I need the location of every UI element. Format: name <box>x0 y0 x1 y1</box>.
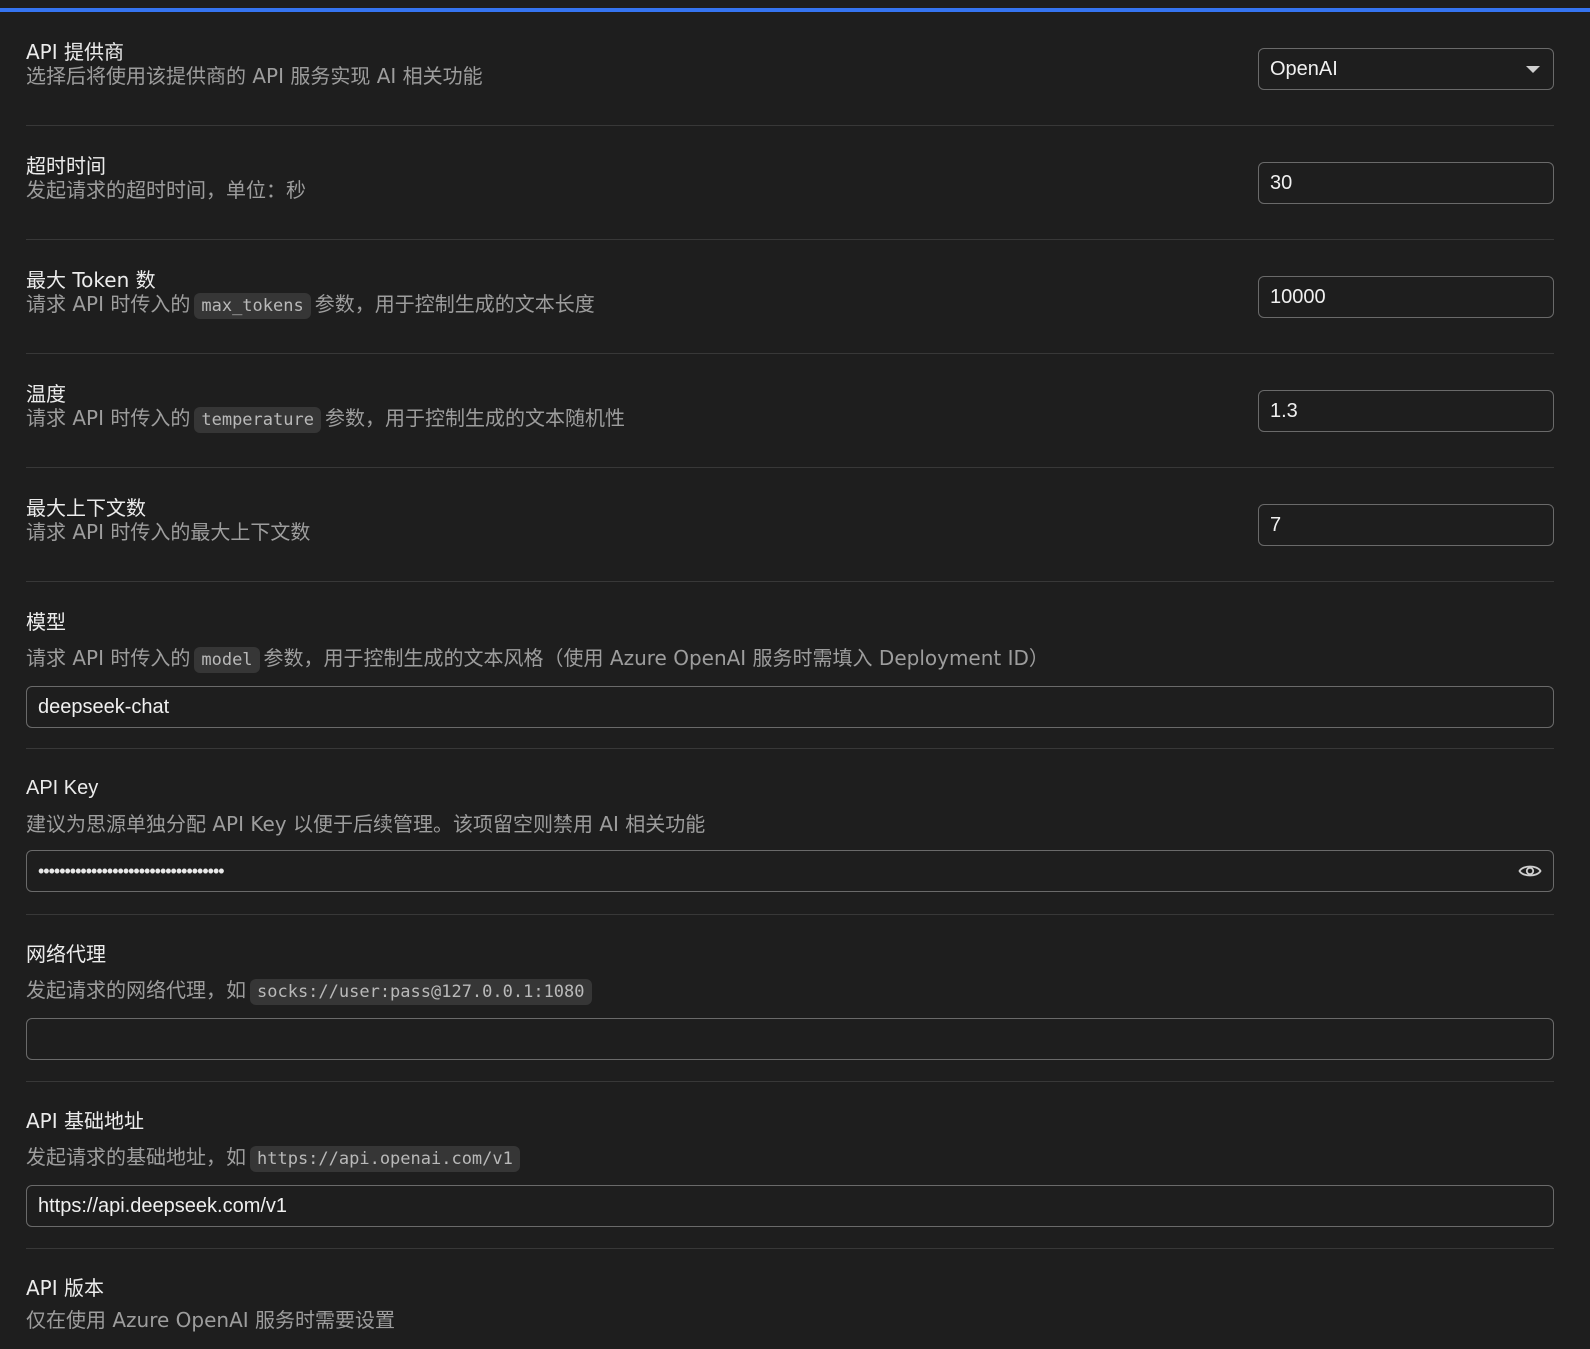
eye-icon[interactable] <box>1518 863 1542 879</box>
base-url-input[interactable]: https://api.deepseek.com/v1 <box>26 1185 1554 1227</box>
model-input[interactable]: deepseek-chat <box>26 686 1554 728</box>
timeout-input-value: 30 <box>1270 171 1293 194</box>
max-tokens-input-value: 10000 <box>1270 285 1326 308</box>
max-contexts-input[interactable]: 7 <box>1258 504 1554 546</box>
inline-code: model <box>194 647 260 673</box>
proxy-input[interactable] <box>26 1018 1554 1060</box>
setting-temperature: 温度 请求 API 时传入的 temperature 参数，用于控制生成的文本随机性… <box>26 354 1554 468</box>
setting-title: 最大上下文数 <box>26 496 146 520</box>
desc-text: 请求 API 时传入的 <box>26 406 191 430</box>
setting-network-proxy: 网络代理 发起请求的网络代理，如 socks://user:pass@127.0.… <box>26 915 1554 1082</box>
base-url-input-value: https://api.deepseek.com/v1 <box>38 1194 288 1217</box>
chevron-down-icon <box>1526 65 1540 73</box>
setting-api-provider: API 提供商 选择后将使用该提供商的 API 服务实现 AI 相关功能 Ope… <box>26 12 1554 126</box>
setting-model: 模型 请求 API 时传入的 model 参数，用于控制生成的文本风格（使用 Azu… <box>26 582 1554 749</box>
desc-text: 请求 API 时传入的 <box>26 646 191 670</box>
max-tokens-input[interactable]: 10000 <box>1258 276 1554 318</box>
api-provider-select[interactable]: OpenAI <box>1258 48 1554 90</box>
api-provider-selected-value: OpenAI <box>1270 57 1338 80</box>
inline-code: socks://user:pass@127.0.0.1:1080 <box>250 979 592 1005</box>
setting-api-version: API 版本 仅在使用 Azure OpenAI 服务时需要设置 <box>26 1249 1554 1349</box>
setting-title: API 提供商 <box>26 40 124 64</box>
setting-description: 请求 API 时传入的 model 参数，用于控制生成的文本风格（使用 Azure … <box>26 646 1554 673</box>
setting-max-tokens: 最大 Token 数 请求 API 时传入的 max_tokens 参数，用于控制生… <box>26 240 1554 354</box>
setting-title: API 基础地址 <box>26 1109 144 1133</box>
setting-title: 最大 Token 数 <box>26 268 156 292</box>
desc-text: 请求 API 时传入的 <box>26 292 191 316</box>
max-contexts-input-value: 7 <box>1270 513 1282 536</box>
setting-description: 请求 API 时传入的最大上下文数 <box>26 520 311 544</box>
setting-description: 请求 API 时传入的 max_tokens 参数，用于控制生成的文本长度 <box>26 292 595 319</box>
inline-code: max_tokens <box>194 293 311 319</box>
setting-title: 超时时间 <box>26 154 106 178</box>
desc-text: 参数，用于控制生成的文本风格（使用 Azure OpenAI 服务时需填入 De… <box>263 646 1049 670</box>
desc-text: 参数，用于控制生成的文本随机性 <box>324 406 625 430</box>
setting-description: 请求 API 时传入的 temperature 参数，用于控制生成的文本随机性 <box>26 406 625 433</box>
model-input-value: deepseek-chat <box>38 695 170 718</box>
temperature-input-value: 1.3 <box>1270 399 1298 422</box>
setting-description: 仅在使用 Azure OpenAI 服务时需要设置 <box>26 1308 396 1332</box>
setting-title: 温度 <box>26 382 66 406</box>
setting-api-base-url: API 基础地址 发起请求的基础地址，如 https://api.openai.c… <box>26 1082 1554 1249</box>
desc-text: 参数，用于控制生成的文本长度 <box>314 292 595 316</box>
api-key-masked-value: ••••••••••••••••••••••••••••••••••• <box>38 860 225 881</box>
setting-description: 发起请求的基础地址，如 https://api.openai.com/v1 <box>26 1145 1554 1172</box>
setting-api-key: API Key 建议为思源单独分配 API Key 以便于后续管理。该项留空则禁… <box>26 749 1554 915</box>
desc-text: 发起请求的基础地址，如 <box>26 1145 246 1169</box>
setting-title: API Key <box>26 777 99 799</box>
setting-title: API 版本 <box>26 1276 104 1300</box>
setting-description: 选择后将使用该提供商的 API 服务实现 AI 相关功能 <box>26 64 483 88</box>
setting-description: 建议为思源单独分配 API Key 以便于后续管理。该项留空则禁用 AI 相关功… <box>26 812 706 836</box>
setting-timeout: 超时时间 发起请求的超时时间，单位：秒 30 <box>26 126 1554 240</box>
setting-title: 网络代理 <box>26 942 106 966</box>
ai-settings-panel: API 提供商 选择后将使用该提供商的 API 服务实现 AI 相关功能 Ope… <box>26 12 1554 1349</box>
setting-description: 发起请求的超时时间，单位：秒 <box>26 178 306 202</box>
inline-code: https://api.openai.com/v1 <box>250 1146 520 1172</box>
setting-description: 发起请求的网络代理，如 socks://user:pass@127.0.0.1:1… <box>26 978 1554 1005</box>
desc-text: 发起请求的网络代理，如 <box>26 978 246 1002</box>
setting-max-contexts: 最大上下文数 请求 API 时传入的最大上下文数 7 <box>26 468 1554 582</box>
setting-title: 模型 <box>26 610 66 634</box>
temperature-input[interactable]: 1.3 <box>1258 390 1554 432</box>
inline-code: temperature <box>194 407 321 433</box>
timeout-input[interactable]: 30 <box>1258 162 1554 204</box>
api-key-input[interactable]: ••••••••••••••••••••••••••••••••••• <box>26 850 1554 892</box>
